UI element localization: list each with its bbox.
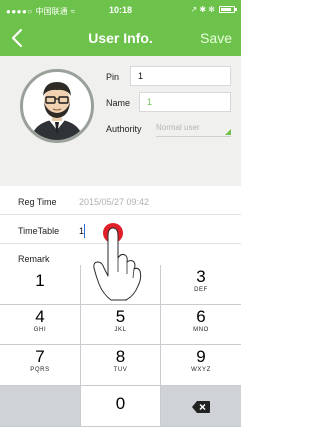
remark-label: Remark [18,254,50,264]
backspace-key[interactable] [161,386,241,427]
key-3-letters: DEF [194,287,208,293]
name-label: Name [106,98,131,108]
pin-label: Pin [106,72,120,82]
tap-gesture-hand-icon [93,223,142,301]
dropdown-corner-icon [225,129,231,135]
key-7[interactable]: 7 PQRS [0,345,81,386]
key-9[interactable]: 9 WXYZ [161,345,241,386]
key-9-digit: 9 [196,347,206,366]
key-7-letters: PQRS [30,367,50,373]
backspace-icon [192,401,210,413]
key-1-digit: 1 [35,271,45,290]
avatar[interactable] [20,69,94,143]
key-8-digit: 8 [115,347,126,366]
name-field[interactable]: 1 [139,92,231,112]
profile-panel: Pin 1 Name 1 Authority Normal user [0,56,241,186]
key-0[interactable]: 0 [81,386,161,427]
reg-time-row: Reg Time 2015/05/27 09:42 [0,189,241,215]
reg-time-value: 2015/05/27 09:42 [79,197,150,207]
key-4[interactable]: 4 GHI [0,305,81,345]
key-9-letters: WXYZ [191,367,211,373]
key-4-digit: 4 [35,307,45,326]
key-8[interactable]: 8 TUV [81,345,161,386]
authority-dropdown[interactable]: Normal user [156,119,231,137]
key-4-letters: GHI [33,327,47,333]
key-6-letters: MNO [193,327,209,333]
key-3[interactable]: 3 DEF [161,265,241,305]
status-right-icons: ↗ ✱ ✻ [190,5,237,14]
key-6-digit: 6 [196,307,206,326]
status-bar: ●●●●○ 中国联通 ≈ 10:18 ↗ ✱ ✻ [0,0,241,20]
status-indicators-icon: ↗ ✱ ✻ [190,5,215,14]
reg-time-label: Reg Time [18,197,57,207]
key-5[interactable]: 5 JKL [81,305,161,345]
user-avatar-icon [31,82,83,140]
key-0-digit: 0 [115,394,126,413]
key-5-letters: JKL [114,327,127,333]
authority-value: Normal user [156,123,200,132]
navigation-bar: User Info. Save [0,20,241,56]
key-3-digit: 3 [196,267,206,286]
key-7-digit: 7 [35,347,45,366]
timetable-label: TimeTable [18,226,60,236]
save-button[interactable]: Save [200,30,232,46]
pin-field[interactable]: 1 [130,66,231,86]
key-blank [0,386,81,427]
key-6[interactable]: 6 MNO [161,305,241,345]
key-1[interactable]: 1 [0,265,81,305]
key-8-letters: TUV [113,367,128,373]
battery-icon [219,6,237,13]
authority-label: Authority [106,124,142,134]
key-5-digit: 5 [115,307,126,326]
